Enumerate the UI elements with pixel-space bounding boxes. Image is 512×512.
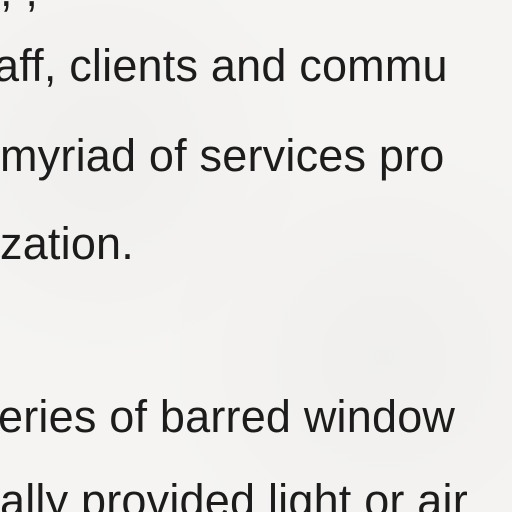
text-line-partial-top: , , — [0, 0, 38, 13]
text-line-light-or-air: ally provided light or air — [0, 475, 468, 512]
document-page: , , aff, clients and commu myriad of ser… — [0, 0, 512, 512]
text-line-organization: zation. — [0, 218, 134, 269]
text-line-staff-clients: aff, clients and commu — [0, 40, 448, 91]
text-line-myriad-services: myriad of services pro — [0, 130, 445, 181]
text-line-barred-windows: eries of barred window — [0, 391, 456, 442]
